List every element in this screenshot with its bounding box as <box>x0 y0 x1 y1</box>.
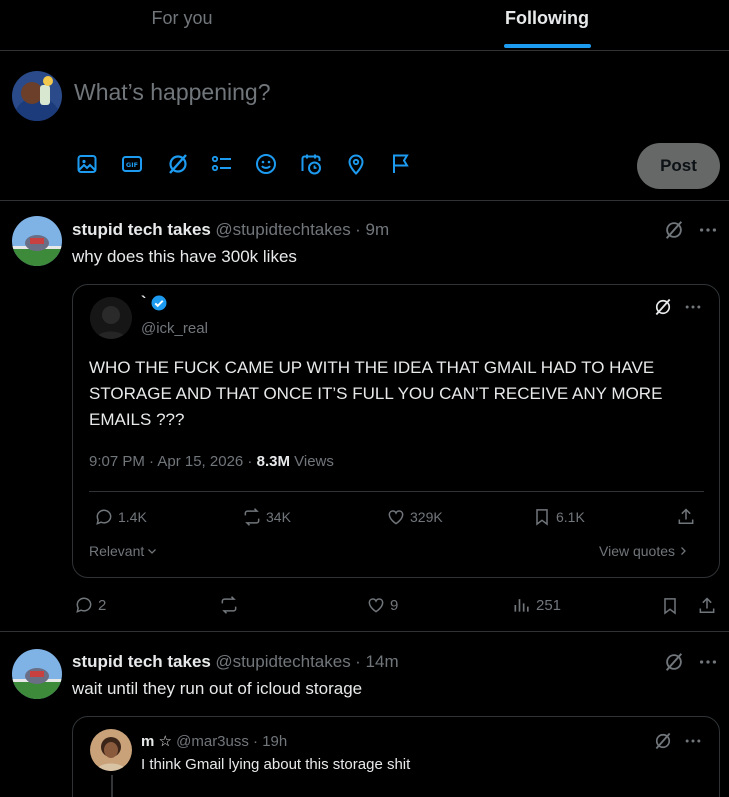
heart-icon <box>388 510 404 525</box>
views-label: Views <box>294 453 334 470</box>
view-count: 8.3M <box>256 453 290 470</box>
grok-icon[interactable] <box>653 731 673 751</box>
author-avatar[interactable] <box>12 216 62 266</box>
relevant-label: Relevant <box>89 543 145 559</box>
like-count: 9 <box>390 596 399 614</box>
tweet[interactable]: stupid tech takes @stupidtechtakes · 14m… <box>0 633 729 797</box>
quoted-author-name[interactable]: ` <box>141 294 146 312</box>
view-quotes-label: View quotes <box>599 543 676 559</box>
timeline-tabs: For you Following <box>0 0 729 51</box>
user-avatar[interactable] <box>12 71 62 121</box>
like-button[interactable]: 9 <box>366 595 398 615</box>
author-handle[interactable]: @stupidtechtakes <box>215 220 350 239</box>
tweet-time[interactable]: · 9m <box>355 220 389 239</box>
tweet-text: wait until they run out of icloud storag… <box>72 679 363 698</box>
repost-button[interactable] <box>219 595 243 615</box>
reply-count: 2 <box>98 596 107 614</box>
author-name[interactable]: stupid tech takes <box>72 652 211 671</box>
location-icon[interactable] <box>344 152 368 176</box>
compose-input[interactable]: What’s happening? <box>74 79 271 106</box>
flag-icon[interactable] <box>389 152 413 176</box>
quoted-time[interactable]: · 19h <box>253 733 287 750</box>
reply-icon <box>96 509 112 525</box>
like-count: 329K <box>410 509 443 525</box>
verified-badge-icon <box>151 295 167 311</box>
repost-icon <box>221 596 237 614</box>
chevron-down-icon <box>148 549 157 554</box>
divider <box>89 491 704 492</box>
quoted-tweet[interactable]: ` @ick_real WHO THE FUCK CAME UP WITH TH… <box>72 284 720 578</box>
bookmark-icon <box>536 509 548 526</box>
active-tab-indicator <box>504 44 591 48</box>
more-icon[interactable] <box>683 297 703 317</box>
svg-text:GIF: GIF <box>126 161 138 169</box>
repost-button[interactable]: 34K <box>242 507 291 527</box>
views-button[interactable]: 251 <box>512 595 561 615</box>
thread-line <box>111 775 113 797</box>
quoted-author-handle[interactable]: @mar3uss <box>176 733 249 750</box>
quoted-tweet-meta: 9:07 PM · Apr 15, 2026 · 8.3M Views <box>89 453 334 470</box>
quoted-author-name[interactable]: m ☆ <box>141 733 172 750</box>
reply-count: 1.4K <box>118 509 147 525</box>
tab-for-you[interactable]: For you <box>0 0 364 50</box>
composer: What’s happening? GIF Post <box>0 51 729 201</box>
bookmark-count: 6.1K <box>556 509 585 525</box>
tweet-header: stupid tech takes @stupidtechtakes · 14m <box>72 652 399 672</box>
grok-icon[interactable] <box>166 152 190 176</box>
image-icon[interactable] <box>75 152 99 176</box>
repost-icon <box>244 508 260 526</box>
poll-icon[interactable] <box>210 152 234 176</box>
quoted-timestamp[interactable]: 9:07 PM · Apr 15, 2026 · <box>89 453 252 470</box>
chevron-right-icon <box>681 547 686 555</box>
post-button[interactable]: Post <box>637 143 720 189</box>
author-avatar[interactable] <box>12 649 62 699</box>
schedule-icon[interactable] <box>299 152 323 176</box>
tweet[interactable]: stupid tech takes @stupidtechtakes · 9m … <box>0 201 729 632</box>
repost-count: 34K <box>266 509 291 525</box>
quoted-header: m ☆ @mar3uss · 19h <box>141 732 287 750</box>
grok-icon[interactable] <box>653 297 673 317</box>
author-name[interactable]: stupid tech takes <box>72 220 211 239</box>
share-icon[interactable] <box>676 507 696 527</box>
bookmark-icon[interactable] <box>660 596 680 616</box>
relevant-dropdown[interactable]: Relevant <box>89 543 158 559</box>
emoji-icon[interactable] <box>254 152 278 176</box>
quoted-author-avatar[interactable] <box>90 297 132 339</box>
tab-following[interactable]: Following <box>365 0 729 50</box>
bookmark-button[interactable]: 6.1K <box>532 507 585 527</box>
grok-icon[interactable] <box>663 219 685 241</box>
reply-icon <box>76 597 92 613</box>
view-count: 251 <box>536 596 562 614</box>
tweet-text: why does this have 300k likes <box>72 247 297 266</box>
reply-button[interactable]: 1.4K <box>94 507 147 527</box>
quoted-tweet-text: I think Gmail lying about this storage s… <box>141 756 411 773</box>
view-quotes-link[interactable]: View quotes <box>599 543 689 559</box>
tweet-header: stupid tech takes @stupidtechtakes · 9m <box>72 220 389 240</box>
gif-icon[interactable]: GIF <box>120 152 144 176</box>
heart-icon <box>368 598 384 613</box>
quoted-author-avatar[interactable] <box>90 729 132 771</box>
quoted-tweet[interactable]: m ☆ @mar3uss · 19h I think Gmail lying a… <box>72 716 720 797</box>
quoted-author-handle[interactable]: @ick_real <box>141 320 208 337</box>
tweet-time[interactable]: · 14m <box>355 652 398 671</box>
more-icon[interactable] <box>697 651 719 673</box>
more-icon[interactable] <box>697 219 719 241</box>
analytics-icon <box>514 599 529 612</box>
quoted-tweet-text: WHO THE FUCK CAME UP WITH THE IDEA THAT … <box>89 358 663 429</box>
author-handle[interactable]: @stupidtechtakes <box>215 652 350 671</box>
grok-icon[interactable] <box>663 651 685 673</box>
quoted-name-row: ` <box>141 294 168 312</box>
reply-button[interactable]: 2 <box>74 595 106 615</box>
more-icon[interactable] <box>683 731 703 751</box>
share-icon[interactable] <box>697 596 717 616</box>
like-button[interactable]: 329K <box>386 507 443 527</box>
